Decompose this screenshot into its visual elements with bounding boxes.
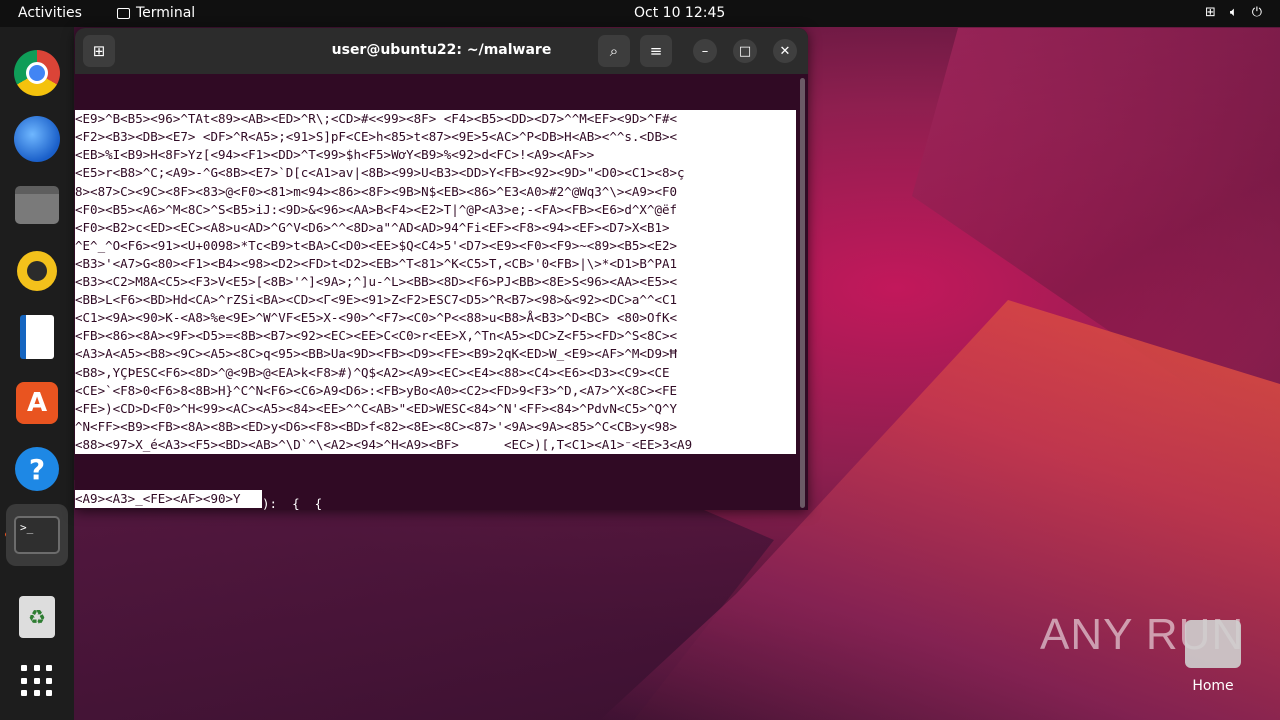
- terminal-line: <EB>%I<B9>H<8F>Yz[<94><F1><DD>^T<99>$h<F…: [75, 146, 808, 165]
- terminal-line: <E5>r<B8>^C;<A9>-^G<8B><E7>`D[c<A1>av|<8…: [75, 164, 808, 183]
- menu-button[interactable]: ≡: [640, 35, 672, 67]
- terminal-line: <F2><B3><DB><E7> <DF>^R<A5>;<91>S]pF<CE>…: [75, 128, 808, 147]
- inverted-text: 8><87>C><9C><8F><83>@<F0><81>m<94><86><8…: [75, 182, 796, 201]
- terminal-output[interactable]: <E9>^B<B5><96>^TAt<89><AB><ED>^R\;<CD>#<…: [75, 74, 808, 510]
- inverted-text: <A9><A3>_<FE><AF><90>Y: [75, 490, 262, 509]
- terminal-line: <B8>,YÇÞESC<F6><8D>^@<9B>@<EA>k<F8>#)^Q$…: [75, 363, 808, 382]
- terminal-line: ^E^_^O<F6><91><U+0098>*Tc<B9>t<BA>C<D0><…: [75, 236, 808, 255]
- terminal-line: <88><97>X_é<A3><F5><BD><AB>^\D`^\<A2><94…: [75, 435, 808, 454]
- maximize-icon: □: [738, 43, 752, 59]
- terminal-line: <F0><B2>c<ED><EC><A8>u<AD>^G^V<D6>^^<8D>…: [75, 218, 808, 237]
- speaker-icon: [17, 251, 57, 291]
- inverted-text: ^E^_^O<F6><91><U+0098>*Tc<B9>t<BA>C<D0><…: [75, 236, 796, 255]
- hamburger-icon: ≡: [649, 42, 663, 60]
- network-icon: ⊞: [1204, 5, 1216, 20]
- recycle-icon: ♻: [19, 596, 55, 638]
- scrollbar[interactable]: [800, 78, 805, 508]
- terminal-line: <A3>A<A5><B8><9C><A5><8C>q<95><BB>Ua<9D>…: [75, 345, 808, 364]
- inverted-text: <E9>^B<B5><96>^TAt<89><AB><ED>^R\;<CD>#<…: [75, 110, 796, 129]
- inverted-text: <88><97>X_é<A3><F5><BD><AB>^\D`^\<A2><94…: [75, 435, 796, 454]
- inverted-text: <BB>L<F6><BD>Hd<CA>^rZSi<BA><CD><Γ<9E><9…: [75, 291, 796, 310]
- search-icon: ⌕: [609, 42, 619, 60]
- help-icon: ?: [15, 447, 59, 491]
- thunderbird-launcher[interactable]: [13, 115, 61, 163]
- inverted-text: <A3>A<A5><B8><9C><A5><8C>q<95><BB>Ua<9D>…: [75, 345, 796, 364]
- volume-icon: 🔈︎: [1229, 5, 1238, 20]
- inverted-text: <F2><B3><DB><E7> <DF>^R<A5>;<91>S]pF<CE>…: [75, 128, 796, 147]
- inverted-text: <F0><B5><A6>^M<8C>^S<B5>iJ:<9D>&<96><AA>…: [75, 200, 796, 219]
- inverted-text: <F0><B2>c<ED><EC><A8>u<AD>^G^V<D6>^^<8D>…: [75, 218, 796, 237]
- system-menu[interactable]: ⊞ 🔈︎ ⏻: [1205, 5, 1262, 20]
- terminal-line: <FB><86><8A><9F><D5>=<8B><B7><92><EC><EE…: [75, 327, 808, 346]
- writer-launcher[interactable]: [13, 313, 61, 361]
- app-center-launcher[interactable]: A: [13, 379, 61, 427]
- search-button[interactable]: ⌕: [598, 35, 630, 67]
- terminal-icon: [117, 7, 130, 19]
- folder-icon: [15, 186, 59, 224]
- inverted-text: <FE>)<CD>D<F0>^H<99><AC><A5><84><EE>^^C<…: [75, 399, 796, 418]
- thunderbird-icon: [14, 116, 60, 162]
- terminal-line: <C1><9A><90>K-<A8>%e<9E>^W^VF<E5>X-<90>^…: [75, 309, 808, 328]
- terminal-line: 8><87>C><9C><8F><83>@<F0><81>m<94><86><8…: [75, 182, 808, 201]
- document-icon: [20, 315, 54, 359]
- minimize-icon: –: [701, 43, 709, 59]
- terminal-line: ^N<FF><B9><FB><8A><8B><ED>y<D6><F8><BD>f…: [75, 417, 808, 436]
- terminal-line: <A9><A3>_<FE><AF><90>Y): { {: [75, 490, 808, 510]
- top-bar: Activities Terminal Oct 10 12:45 ⊞ 🔈︎ ⏻: [0, 0, 1280, 27]
- close-icon: ✕: [779, 43, 791, 59]
- terminal-line: <B3><C2>M8A<C5><F3>V<E5>[<8B>'^]<9A>;^]u…: [75, 273, 808, 292]
- power-icon: ⏻: [1251, 5, 1262, 20]
- terminal-line: <FE>)<CD>D<F0>^H<99><AC><A5><84><EE>^^C<…: [75, 399, 808, 418]
- inverted-text: <EB>%I<B9>H<8F>Yz[<94><F1><DD>^T<99>$h<F…: [75, 146, 796, 165]
- inverted-text: ^N<FF><B9><FB><8A><8B><ED>y<D6><F8><BD>f…: [75, 417, 796, 436]
- chrome-launcher[interactable]: [13, 49, 61, 97]
- minimize-button[interactable]: –: [693, 39, 717, 63]
- inverted-text: <FB><86><8A><9F><D5>=<8B><B7><92><EC><EE…: [75, 327, 796, 346]
- title-bar[interactable]: ⊞ user@ubuntu22: ~/malware ⌕ ≡ – □ ✕: [75, 28, 808, 74]
- app-menu[interactable]: Terminal: [117, 5, 195, 21]
- inverted-text: <B8>,YÇÞESC<F6><8D>^@<9B>@<EA>k<F8>#)^Q$…: [75, 363, 796, 382]
- terminal-text: ): { {: [262, 496, 323, 510]
- inverted-text: <E5>r<B8>^C;<A9>-^G<8B><E7>`D[c<A1>av|<8…: [75, 164, 796, 183]
- show-apps-button[interactable]: [13, 657, 61, 705]
- terminal-line: <B3>'<A7>G<80><F1><B4><98><D2><FD>t<D2><…: [75, 254, 808, 274]
- inverted-text: <B3>'<A7>G<80><F1><B4><98><D2><FD>t<D2><…: [75, 254, 796, 274]
- terminal-window[interactable]: ⊞ user@ubuntu22: ~/malware ⌕ ≡ – □ ✕ <E9…: [75, 28, 808, 510]
- inverted-text: <C1><9A><90>K-<A8>%e<9E>^W^VF<E5>X-<90>^…: [75, 309, 796, 328]
- chrome-icon: [14, 50, 60, 96]
- terminal-line: <BB>L<F6><BD>Hd<CA>^rZSi<BA><CD><Γ<9E><9…: [75, 291, 808, 310]
- terminal-line: <E9>^B<B5><96>^TAt<89><AB><ED>^R\;<CD>#<…: [75, 110, 808, 129]
- clock[interactable]: Oct 10 12:45: [634, 5, 725, 21]
- home-label[interactable]: Home: [1180, 678, 1246, 694]
- help-launcher[interactable]: ?: [13, 445, 61, 493]
- home-folder-icon[interactable]: [1185, 620, 1241, 668]
- grid-icon: [21, 665, 53, 697]
- activities-button[interactable]: Activities: [18, 5, 82, 21]
- rhythmbox-launcher[interactable]: [13, 247, 61, 295]
- app-name: Terminal: [136, 5, 196, 21]
- inverted-text: <CE>`<F8>0<F6>8<8B>H}^C^N<F6><C6>A9<D6>:…: [75, 381, 796, 400]
- close-button[interactable]: ✕: [773, 39, 797, 63]
- store-icon: A: [16, 382, 58, 424]
- trash-launcher[interactable]: ♻: [13, 593, 61, 641]
- dock: A ? >_ ♻: [0, 27, 74, 720]
- terminal-line: <F0><B5><A6>^M<8C>^S<B5>iJ:<9D>&<96><AA>…: [75, 200, 808, 219]
- files-launcher[interactable]: [13, 181, 61, 229]
- terminal-line: <CE>`<F8>0<F6>8<8B>H}^C^N<F6><C6>A9<D6>:…: [75, 381, 808, 400]
- terminal-icon: >_: [14, 516, 60, 554]
- maximize-button[interactable]: □: [733, 39, 757, 63]
- terminal-launcher[interactable]: >_: [6, 504, 68, 566]
- inverted-text: <B3><C2>M8A<C5><F3>V<E5>[<8B>'^]<9A>;^]u…: [75, 273, 796, 292]
